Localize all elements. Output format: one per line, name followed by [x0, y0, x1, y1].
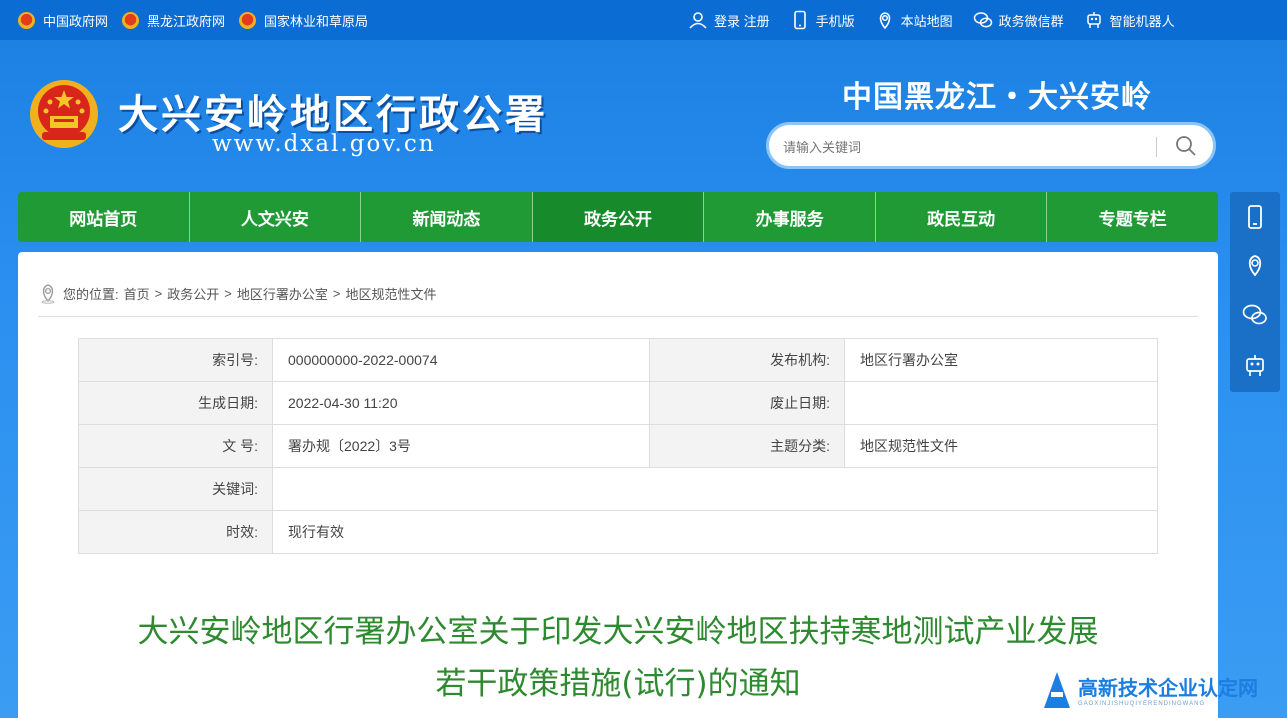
top-bar: 中国政府网 黑龙江政府网 国家林业和草原局 登录 注册 手机版 本站地图 政务微… [0, 0, 1287, 40]
robot-icon[interactable] [1242, 352, 1268, 378]
breadcrumb-gov-affairs[interactable]: 政务公开 [167, 284, 219, 303]
nav-item-interaction[interactable]: 政民互动 [876, 192, 1048, 242]
search-divider [1156, 137, 1157, 157]
location-pin-icon [41, 284, 55, 304]
breadcrumb-prefix: 您的位置: [63, 286, 119, 302]
meta-value: 000000000-2022-00074 [272, 338, 650, 382]
table-row: 索引号: 000000000-2022-00074 发布机构: 地区行署办公室 [78, 338, 1158, 382]
wechat-icon[interactable] [1242, 302, 1268, 328]
meta-label: 废止日期: [649, 381, 845, 425]
link-heilongjiang-gov[interactable]: 黑龙江政府网 [122, 11, 225, 30]
site-map-link[interactable]: 本站地图 [875, 10, 953, 30]
search-input[interactable] [783, 135, 1143, 159]
region-title: 中国黑龙江・大兴安岭 [842, 81, 1152, 114]
map-icon [879, 12, 890, 30]
side-float-bar [1230, 192, 1280, 392]
link-china-gov[interactable]: 中国政府网 [18, 11, 108, 30]
meta-label: 生成日期: [78, 381, 273, 425]
robot-icon [1086, 12, 1101, 28]
link-forestry-bureau[interactable]: 国家林业和草原局 [239, 11, 368, 30]
meta-value: 地区行署办公室 [844, 338, 1158, 382]
breadcrumb-separator: > [154, 285, 163, 301]
table-row: 文 号: 署办规〔2022〕3号 主题分类: 地区规范性文件 [78, 424, 1158, 468]
emblem-icon [239, 12, 257, 29]
breadcrumb-office[interactable]: 地区行署办公室 [237, 284, 328, 303]
link-label: 登录 注册 [714, 13, 770, 29]
link-label: 手机版 [815, 13, 855, 29]
divider [38, 316, 1198, 317]
article-title-line: 大兴安岭地区行署办公室关于印发大兴安岭地区扶持寒地测试产业发展 [137, 614, 1099, 650]
document-meta-table: 索引号: 000000000-2022-00074 发布机构: 地区行署办公室 … [78, 338, 1158, 554]
breadcrumb-separator: > [224, 285, 232, 301]
site-url: www.dxal.gov.cn [212, 131, 436, 157]
link-label: 黑龙江政府网 [147, 14, 226, 29]
meta-value: 署办规〔2022〕3号 [272, 424, 650, 468]
meta-label: 发布机构: [649, 338, 845, 382]
user-icon [689, 12, 707, 29]
watermark: 高新技术企业认定网 GAOXINJISHUQIYERENDINGWANG [1040, 668, 1258, 710]
meta-label: 时效: [78, 510, 273, 554]
content-card: 您的位置: 首页 > 政务公开 > 地区行署办公室 > 地区规范性文件 索引号:… [18, 252, 1218, 718]
watermark-subtext: GAOXINJISHUQIYERENDINGWANG [1078, 700, 1206, 707]
robot-link[interactable]: 智能机器人 [1084, 10, 1175, 30]
meta-label: 索引号: [78, 338, 273, 382]
wechat-icon [973, 12, 992, 28]
meta-label: 关键词: [78, 467, 273, 511]
watermark-logo-icon [1044, 672, 1070, 708]
search-box [766, 122, 1216, 169]
top-links-right: 登录 注册 手机版 本站地图 政务微信群 智能机器人 [688, 10, 1175, 30]
meta-value: 地区规范性文件 [844, 424, 1158, 468]
meta-label: 文 号: [78, 424, 273, 468]
article-title: 大兴安岭地区行署办公室关于印发大兴安岭地区扶持寒地测试产业发展 若干政策措施(试… [18, 606, 1218, 710]
breadcrumb-normative-docs[interactable]: 地区规范性文件 [345, 284, 436, 303]
nav-item-culture[interactable]: 人文兴安 [190, 192, 362, 242]
main-nav: 网站首页 人文兴安 新闻动态 政务公开 办事服务 政民互动 专题专栏 [18, 192, 1218, 242]
table-row: 生成日期: 2022-04-30 11:20 废止日期: [78, 381, 1158, 425]
meta-value [844, 381, 1158, 425]
national-emblem-icon [30, 80, 98, 148]
watermark-text: 高新技术企业认定网 [1078, 677, 1258, 700]
table-row: 时效: 现行有效 [78, 510, 1158, 554]
meta-label: 主题分类: [649, 424, 845, 468]
link-label: 中国政府网 [43, 14, 109, 29]
link-label: 国家林业和草原局 [264, 14, 369, 29]
nav-item-services[interactable]: 办事服务 [704, 192, 876, 242]
search-icon[interactable] [1174, 134, 1198, 158]
nav-item-gov-affairs[interactable]: 政务公开 [532, 192, 705, 242]
wechat-group-link[interactable]: 政务微信群 [973, 10, 1064, 30]
breadcrumb-separator: > [332, 285, 341, 301]
emblem-icon [122, 12, 140, 29]
link-label: 政务微信群 [998, 13, 1064, 29]
mobile-icon[interactable] [1242, 204, 1268, 230]
meta-value: 现行有效 [272, 510, 1158, 554]
article-title-line: 若干政策措施(试行)的通知 [435, 666, 801, 702]
link-label: 本站地图 [900, 13, 953, 29]
meta-value [272, 467, 1158, 511]
link-label: 智能机器人 [1109, 13, 1175, 29]
emblem-icon [18, 12, 35, 29]
meta-value: 2022-04-30 11:20 [272, 381, 650, 425]
login-register-link[interactable]: 登录 注册 [688, 10, 770, 30]
nav-item-home[interactable]: 网站首页 [18, 192, 190, 242]
map-icon[interactable] [1242, 252, 1268, 278]
mobile-version-link[interactable]: 手机版 [790, 10, 855, 30]
nav-item-topics[interactable]: 专题专栏 [1047, 192, 1218, 242]
top-links-left: 中国政府网 黑龙江政府网 国家林业和草原局 [18, 11, 368, 30]
breadcrumb: 您的位置: 首页 > 政务公开 > 地区行署办公室 > 地区规范性文件 [38, 282, 436, 304]
nav-item-news[interactable]: 新闻动态 [361, 192, 533, 242]
breadcrumb-home[interactable]: 首页 [124, 284, 150, 303]
mobile-icon [793, 10, 806, 30]
table-row: 关键词: [78, 467, 1158, 511]
